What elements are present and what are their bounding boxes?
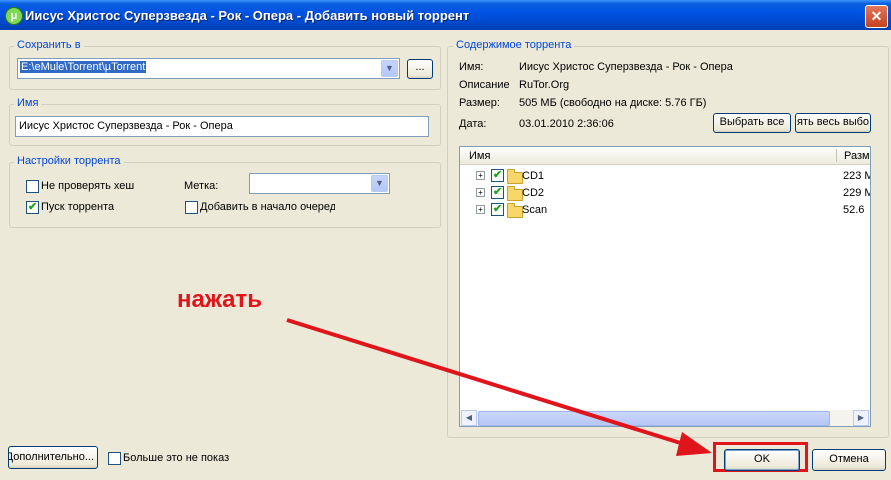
annotation-arrow — [286, 318, 712, 456]
